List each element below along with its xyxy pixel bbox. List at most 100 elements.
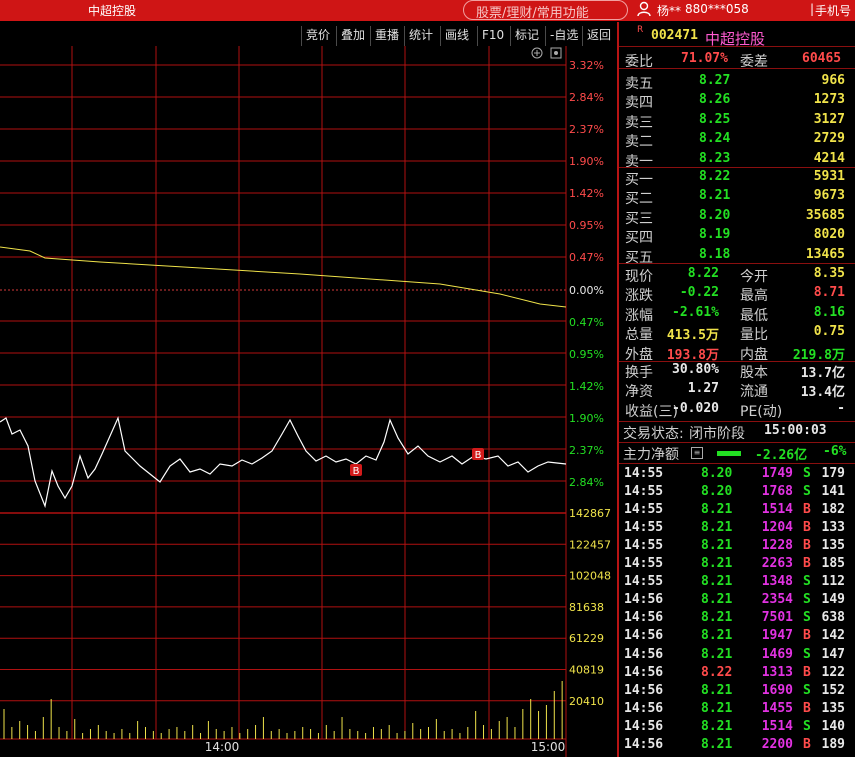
status-value: 闭市阶段 xyxy=(689,426,745,442)
price-tick-label: 1.42% xyxy=(569,380,604,393)
fundamental-row[interactable]: 收益(三) -0.020 PE(动) - xyxy=(619,401,855,420)
flow-detail-icon[interactable]: ≡ xyxy=(691,447,703,459)
tick-volume: 1455 xyxy=(761,700,793,716)
bid-row[interactable]: 买二 8.21 9673 xyxy=(619,188,855,207)
divider xyxy=(619,421,855,422)
ask-volume: 966 xyxy=(821,73,845,88)
fundamental-label: 收益(三) xyxy=(625,403,678,420)
toolbar-draw-button[interactable]: 画线 xyxy=(440,26,473,46)
trade-tick-row[interactable]: 14:56 8.21 1469 S 147 xyxy=(619,647,855,666)
price-tick-label: 3.32% xyxy=(569,59,604,72)
trade-tick-row[interactable]: 14:56 8.21 1514 S 140 xyxy=(619,719,855,738)
toolbar-mark-button[interactable]: 标记 xyxy=(510,26,543,46)
tick-side: S xyxy=(803,610,811,626)
quote-panel: R 002471 中超控股 委比 71.07% 委差 60465 卖五 8.27 9… xyxy=(619,24,855,757)
toolbar-f10-button[interactable]: F10 xyxy=(477,26,508,46)
quote-value: -2.61% xyxy=(672,304,719,320)
search-input[interactable]: 股票/理财/常用功能 xyxy=(463,0,628,20)
toolbar-overlay-button[interactable]: 叠加 xyxy=(336,26,369,46)
ask-label: 卖二 xyxy=(625,134,653,151)
trade-tick-row[interactable]: 14:55 8.21 1228 B 135 xyxy=(619,538,855,557)
intraday-chart[interactable]: 3.32% 2.84% 2.37% 1.90% 1.42% 0.95% 0.47% 0.00%… xyxy=(0,46,617,757)
wei-bi-value: 71.07% xyxy=(681,51,728,66)
trade-tick-row[interactable]: 14:55 8.20 1768 S 141 xyxy=(619,484,855,503)
tick-price: 8.21 xyxy=(701,682,733,698)
tick-time: 14:56 xyxy=(624,718,664,734)
trade-tick-row[interactable]: 14:55 8.21 1348 S 112 xyxy=(619,574,855,593)
user-icon[interactable] xyxy=(637,1,652,18)
user-account[interactable]: 880***058 xyxy=(685,2,749,16)
price-tick-label: 0.47% xyxy=(569,316,604,329)
tick-price: 8.21 xyxy=(701,718,733,734)
bid-volume: 9673 xyxy=(813,188,845,204)
trade-tick-row[interactable]: 14:56 8.21 2354 S 149 xyxy=(619,592,855,611)
fundamental-value: -0.020 xyxy=(672,400,719,416)
trade-tick-row[interactable]: 14:56 8.21 1947 B 142 xyxy=(619,628,855,647)
quote-row[interactable]: 涨幅 -2.61% 最低 8.16 xyxy=(619,305,855,324)
trade-tick-row[interactable]: 14:56 8.21 1455 B 135 xyxy=(619,701,855,720)
trade-tick-row[interactable]: 14:56 8.22 1313 B 122 xyxy=(619,665,855,684)
toolbar-stats-button[interactable]: 统计 xyxy=(404,26,437,46)
tick-count: 152 xyxy=(821,682,845,698)
quote-row[interactable]: 现价 8.22 今开 8.35 xyxy=(619,266,855,285)
bid-row[interactable]: 买四 8.19 8020 xyxy=(619,227,855,246)
add-icon[interactable] xyxy=(531,47,543,59)
quote-row[interactable]: 总量 413.5万 量比 0.75 xyxy=(619,324,855,343)
trade-tick-row[interactable]: 14:55 8.20 1749 S 179 xyxy=(619,466,855,485)
main-flow-label: 主力净额 xyxy=(623,447,679,463)
ask-row[interactable]: 卖三 8.25 3127 xyxy=(619,112,855,131)
divider xyxy=(619,442,855,443)
trade-marker-buy[interactable]: B xyxy=(350,464,362,477)
price-tick-label: 0.47% xyxy=(569,251,604,264)
average-price-line xyxy=(0,246,567,308)
tick-time: 14:56 xyxy=(624,736,664,752)
toolbar-back-button[interactable]: 返回 xyxy=(582,26,615,46)
fundamental-value: 30.80% xyxy=(672,362,719,377)
trade-marker-buy[interactable]: B xyxy=(472,448,484,461)
tick-count: 122 xyxy=(821,664,845,680)
trade-tick-row[interactable]: 14:56 8.21 7501 S 638 xyxy=(619,610,855,629)
toolbar-watchlist-button[interactable]: -自选 xyxy=(545,26,582,46)
bid-price: 8.20 xyxy=(699,207,731,223)
ask-label: 卖五 xyxy=(625,76,653,92)
bid-row[interactable]: 买三 8.20 35685 xyxy=(619,208,855,227)
stock-code[interactable]: 002471 xyxy=(651,28,698,43)
price-tick-label: 2.84% xyxy=(569,91,604,104)
toolbar-auction-button[interactable]: 竞价 xyxy=(301,26,334,46)
volume-tick-label: 102048 xyxy=(569,570,611,583)
tick-time: 14:55 xyxy=(624,502,664,518)
status-label: 交易状态: xyxy=(623,426,684,442)
trade-tick-row[interactable]: 14:55 8.21 1514 B 182 xyxy=(619,502,855,521)
user-name[interactable]: 杨** xyxy=(657,2,681,19)
toolbar-replay-button[interactable]: 重播 xyxy=(370,26,403,46)
trade-tick-row[interactable]: 14:55 8.21 1204 B 133 xyxy=(619,520,855,539)
tick-side: B xyxy=(803,736,811,752)
quote-row[interactable]: 外盘 193.8万 内盘 219.8万 xyxy=(619,344,855,363)
price-tick-label: 2.37% xyxy=(569,123,604,136)
ask-label: 卖三 xyxy=(625,114,653,131)
tick-count: 140 xyxy=(821,718,845,734)
fundamental-value: - xyxy=(837,400,845,416)
ask-price: 8.26 xyxy=(699,92,731,108)
fundamental-row[interactable]: 净资 1.27 流通 13.4亿 xyxy=(619,381,855,400)
tick-volume: 1313 xyxy=(761,664,793,680)
gear-icon[interactable] xyxy=(550,47,562,59)
tick-side: S xyxy=(803,574,811,590)
bid-price: 8.22 xyxy=(699,169,731,184)
ask-price: 8.25 xyxy=(699,111,731,127)
trade-status-row: 交易状态: 闭市阶段 15:00:03 xyxy=(619,423,855,442)
ask-row[interactable]: 卖四 8.26 1273 xyxy=(619,92,855,111)
main-flow-value: -2.26亿 xyxy=(755,448,808,463)
tick-side: B xyxy=(803,538,811,554)
quote-row[interactable]: 涨跌 -0.22 最高 8.71 xyxy=(619,285,855,304)
phone-link[interactable]: 手机号 xyxy=(815,2,851,19)
bid-row[interactable]: 买一 8.22 5931 xyxy=(619,169,855,188)
ask-row[interactable]: 卖二 8.24 2729 xyxy=(619,131,855,150)
trade-tick-row[interactable]: 14:55 8.21 2263 B 185 xyxy=(619,556,855,575)
tick-count: 141 xyxy=(821,484,845,500)
fundamental-row[interactable]: 换手 30.80% 股本 13.7亿 xyxy=(619,362,855,381)
ask-row[interactable]: 卖五 8.27 966 xyxy=(619,73,855,92)
trade-tick-row[interactable]: 14:56 8.21 2200 B 189 xyxy=(619,737,855,756)
trade-tick-row[interactable]: 14:56 8.21 1690 S 152 xyxy=(619,683,855,702)
divider xyxy=(619,463,855,464)
